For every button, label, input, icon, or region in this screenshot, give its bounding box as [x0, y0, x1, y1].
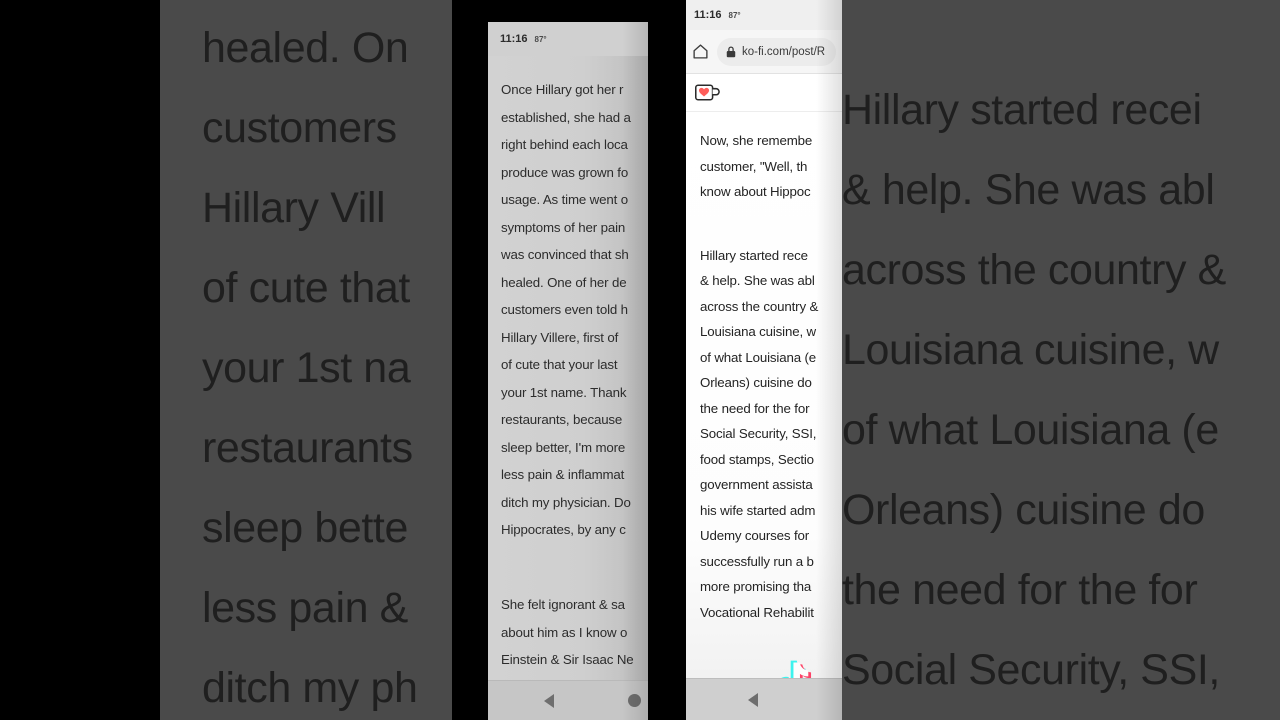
- web-line: Hillary started rece: [700, 247, 808, 263]
- right-phone-screen: 11:16 87° ko-fi.com/post/R Now, she reme…: [686, 0, 842, 720]
- bg-line: less pain &: [202, 584, 408, 632]
- bg-line: customers: [202, 104, 397, 152]
- web-line: Orleans) cuisine do: [700, 375, 812, 390]
- url-bar[interactable]: ko-fi.com/post/R: [717, 37, 836, 66]
- background-right-lines: Hillary started recei & help. She was ab…: [842, 70, 1226, 710]
- doc-line: produce was grown fo: [501, 164, 629, 180]
- home-circle-icon[interactable]: [628, 694, 641, 707]
- doc-line: less pain & inflammat: [501, 467, 625, 482]
- left-status-bar: 11:16 87°: [488, 22, 648, 56]
- doc-line: Once Hillary got her r: [501, 82, 624, 97]
- background-zoom-right: Hillary started recei & help. She was ab…: [842, 0, 1280, 720]
- doc-line: Einstein & Sir Isaac Ne: [501, 652, 634, 667]
- left-navigation-bar: [488, 680, 648, 720]
- letterbox-middle-a: [452, 0, 488, 720]
- web-line: food stamps, Sectio: [700, 451, 814, 467]
- web-line: customer, "Well, th: [700, 158, 808, 174]
- web-line: across the country &: [700, 298, 819, 314]
- bg-line: sleep bette: [202, 504, 408, 552]
- bg-line: Hillary started recei: [842, 86, 1202, 134]
- url-text: ko-fi.com/post/R: [742, 45, 826, 58]
- doc-line: established, she had a: [501, 109, 631, 125]
- doc-line: of cute that your last: [501, 357, 618, 372]
- left-phone-screen: 11:16 87° Once Hillary got her r establi…: [488, 22, 648, 720]
- tiktok-watermark: TikTok: [772, 657, 842, 678]
- tiktok-note-icon: [781, 660, 812, 678]
- bg-line: Hillary Vill: [202, 184, 386, 232]
- document-body[interactable]: Once Hillary got her r established, she …: [488, 56, 648, 680]
- right-status-bar: 11:16 87°: [686, 0, 842, 30]
- bg-line: & help. She was abl: [842, 166, 1215, 214]
- lock-icon: [726, 46, 736, 57]
- web-line: Vocational Rehabilit: [700, 604, 814, 620]
- web-line: government assista: [700, 477, 813, 492]
- doc-line: ditch my physician. Do: [501, 494, 631, 510]
- doc-line: healed. One of her de: [501, 274, 627, 290]
- bg-line: across the country &: [842, 246, 1226, 294]
- bg-line: Orleans) cuisine do: [842, 486, 1205, 534]
- doc-line: right behind each loca: [501, 137, 628, 152]
- web-line: the need for the for: [700, 400, 810, 416]
- doc-line: restaurants, because: [501, 412, 623, 427]
- kofi-brand-bar: [686, 74, 842, 112]
- letterbox-middle-b: [648, 0, 686, 720]
- letterbox-left: [0, 0, 160, 720]
- bg-line: the need for the for: [842, 566, 1198, 614]
- web-line: more promising tha: [700, 579, 812, 594]
- web-line: & help. She was abl: [700, 273, 815, 288]
- status-temperature: 87°: [534, 34, 547, 44]
- doc-line: your 1st name. Thank: [501, 384, 627, 400]
- bg-line: healed. On: [202, 24, 409, 72]
- doc-line: was convinced that sh: [501, 247, 629, 262]
- web-line: his wife started adm: [700, 502, 816, 518]
- web-line: Louisiana cuisine, w: [700, 324, 817, 339]
- web-line: know about Hippoc: [700, 184, 811, 199]
- home-icon[interactable]: [692, 43, 709, 60]
- bg-line: Louisiana cuisine, w: [842, 326, 1219, 374]
- bg-line: of cute that: [202, 264, 410, 312]
- ko-fi-logo[interactable]: [695, 83, 721, 102]
- screen-recording-frame: healed. On customers Hillary Vill of cut…: [0, 0, 1280, 720]
- doc-line: She felt ignorant & sa: [501, 597, 625, 612]
- web-line: Now, she remembe: [700, 133, 813, 148]
- web-line: Udemy courses for: [700, 528, 810, 543]
- status-clock: 11:16: [694, 9, 722, 21]
- doc-line: symptoms of her pain: [501, 219, 626, 235]
- browser-toolbar: ko-fi.com/post/R: [686, 30, 842, 74]
- bg-line: ditch my ph: [202, 664, 418, 712]
- kofi-post-body[interactable]: Now, she remembe customer, "Well, th kno…: [686, 112, 842, 678]
- doc-line: about him as I know o: [501, 624, 628, 640]
- bg-line: Social Security, SSI,: [842, 646, 1220, 694]
- status-temperature: 87°: [728, 10, 741, 20]
- right-navigation-bar: [686, 678, 842, 720]
- bg-line: your 1st na: [202, 344, 411, 392]
- back-icon[interactable]: [544, 694, 554, 708]
- back-icon[interactable]: [748, 693, 758, 707]
- bg-line: of what Louisiana (e: [842, 406, 1219, 454]
- doc-line: Hippocrates, by any c: [501, 522, 626, 537]
- background-left-lines: healed. On customers Hillary Vill of cut…: [202, 8, 418, 720]
- web-line: Social Security, SSI,: [700, 426, 817, 441]
- doc-line: usage. As time went o: [501, 192, 628, 207]
- doc-line: customers even told h: [501, 302, 628, 317]
- bg-line: restaurants: [202, 424, 413, 472]
- status-clock: 11:16: [500, 33, 528, 45]
- doc-line: Hillary Villere, first of: [501, 329, 619, 345]
- web-line: of what Louisiana (e: [700, 349, 817, 365]
- doc-line: sleep better, I'm more: [501, 439, 626, 455]
- background-zoom-left: healed. On customers Hillary Vill of cut…: [160, 0, 452, 720]
- web-line: successfully run a b: [700, 553, 814, 569]
